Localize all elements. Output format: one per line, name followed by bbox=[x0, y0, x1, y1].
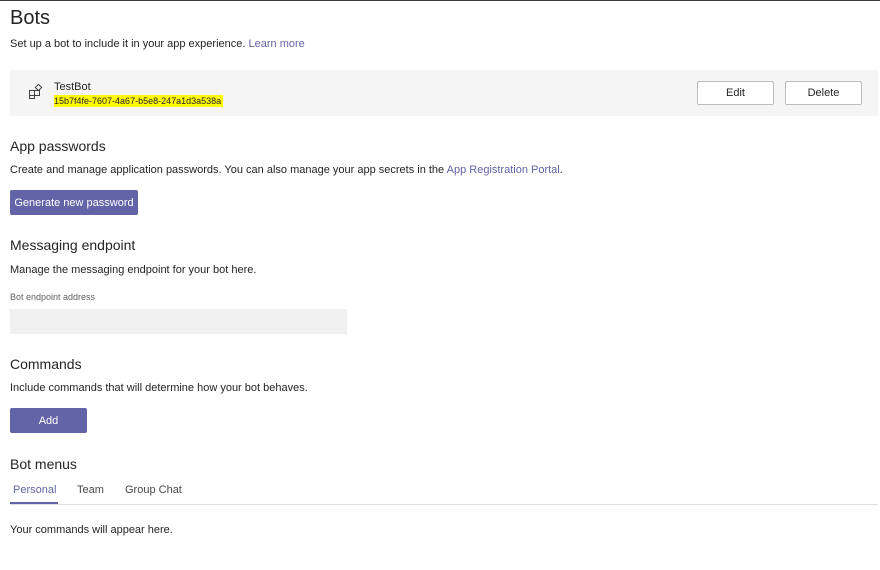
commands-title: Commands bbox=[10, 356, 82, 372]
bot-card: TestBot 15b7f4fe-7607-4a67-b5e8-247a1d3a… bbox=[10, 70, 878, 116]
app-passwords-suffix: . bbox=[559, 164, 563, 176]
edit-button[interactable]: Edit bbox=[697, 81, 774, 105]
tabs-divider bbox=[10, 504, 878, 505]
app-passwords-text: Create and manage application passwords.… bbox=[10, 164, 445, 176]
delete-button[interactable]: Delete bbox=[785, 81, 862, 105]
bot-id: 15b7f4fe-7607-4a67-b5e8-247a1d3a538a bbox=[54, 95, 224, 107]
app-passwords-description: Create and manage application passwords.… bbox=[10, 164, 563, 176]
bot-name: TestBot bbox=[54, 81, 91, 93]
commands-description: Include commands that will determine how… bbox=[10, 382, 308, 394]
bot-apps-icon bbox=[28, 83, 44, 100]
messaging-endpoint-description: Manage the messaging endpoint for your b… bbox=[10, 264, 257, 276]
subtitle-text: Set up a bot to include it in your app e… bbox=[10, 38, 246, 50]
messaging-endpoint-title: Messaging endpoint bbox=[10, 237, 136, 253]
tab-group-chat[interactable]: Group Chat bbox=[125, 484, 182, 496]
add-command-button[interactable]: Add bbox=[10, 408, 87, 433]
page-title: Bots bbox=[10, 7, 51, 29]
app-registration-portal-link[interactable]: App Registration Portal bbox=[447, 164, 560, 176]
commands-empty-message: Your commands will appear here. bbox=[10, 524, 173, 536]
app-passwords-title: App passwords bbox=[10, 138, 106, 154]
generate-password-button[interactable]: Generate new password bbox=[10, 190, 138, 215]
bot-endpoint-label: Bot endpoint address bbox=[10, 292, 96, 302]
page-subtitle: Set up a bot to include it in your app e… bbox=[10, 38, 305, 50]
window-top-border bbox=[0, 0, 880, 1]
tab-team[interactable]: Team bbox=[77, 484, 104, 496]
learn-more-link[interactable]: Learn more bbox=[249, 38, 305, 50]
bot-menus-title: Bot menus bbox=[10, 456, 77, 472]
tab-personal[interactable]: Personal bbox=[13, 484, 56, 496]
bot-endpoint-input[interactable] bbox=[10, 309, 347, 334]
